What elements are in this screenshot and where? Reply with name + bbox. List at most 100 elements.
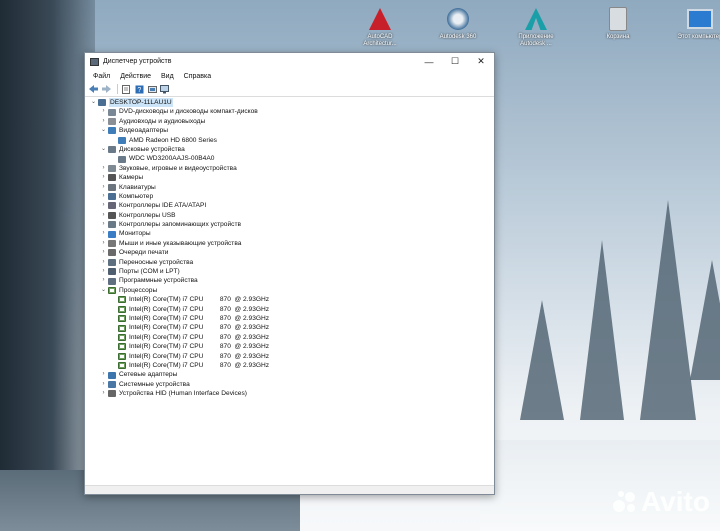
expand-arrow-icon[interactable]: › bbox=[99, 267, 108, 276]
tree-row[interactable]: › Контроллеры запоминающих устройств bbox=[89, 220, 494, 229]
tree-row[interactable]: › Контроллеры IDE ATA/ATAPI bbox=[89, 201, 494, 210]
tree-row[interactable]: ⌄ Дисковые устройства bbox=[89, 145, 494, 154]
hid-icon bbox=[108, 390, 116, 398]
wallpaper-tree bbox=[640, 200, 696, 420]
tree-row[interactable]: › Звуковые, игровые и видеоустройства bbox=[89, 164, 494, 173]
software-device-icon bbox=[108, 277, 116, 285]
tree-row[interactable]: › Контроллеры USB bbox=[89, 211, 494, 220]
tree-row[interactable]: › Устройства HID (Human Interface Devices… bbox=[89, 389, 494, 398]
expand-arrow-icon[interactable]: › bbox=[99, 380, 108, 389]
back-icon[interactable] bbox=[88, 84, 98, 94]
maximize-button[interactable]: ☐ bbox=[442, 53, 468, 70]
tree-row-label: Мыши и иные указывающие устройства bbox=[119, 239, 242, 247]
desktop-icon[interactable]: Корзина bbox=[590, 6, 646, 41]
tree-row[interactable]: Intel(R) Core(TM) i7 CPU 870 @ 2.93GHz bbox=[89, 323, 494, 332]
expand-arrow-icon[interactable]: › bbox=[99, 370, 108, 379]
wallpaper-tree bbox=[580, 240, 624, 420]
tree-row[interactable]: › Мониторы bbox=[89, 229, 494, 238]
expand-arrow-icon[interactable]: › bbox=[99, 239, 108, 248]
menu-action[interactable]: Действие bbox=[115, 73, 156, 80]
computer-icon bbox=[108, 193, 116, 201]
collapse-arrow-icon[interactable]: ⌄ bbox=[99, 286, 108, 295]
tree-row[interactable]: › Компьютер bbox=[89, 192, 494, 201]
tree-row[interactable]: Intel(R) Core(TM) i7 CPU 870 @ 2.93GHz bbox=[89, 333, 494, 342]
menu-file[interactable]: Файл bbox=[88, 73, 115, 80]
expand-arrow-icon[interactable]: › bbox=[99, 258, 108, 267]
tree-row-label: Контроллеры USB bbox=[119, 211, 176, 219]
title-bar[interactable]: Диспетчер устройств — ☐ ✕ bbox=[85, 53, 494, 70]
usb-icon bbox=[108, 211, 116, 219]
desktop-icon-label: Этот компьютер bbox=[677, 34, 720, 40]
collapse-arrow-icon[interactable]: ⌄ bbox=[89, 98, 98, 107]
tree-row[interactable]: › Камеры bbox=[89, 173, 494, 182]
tree-row[interactable]: WDC WD3200AAJS-00B4A0 bbox=[89, 154, 494, 163]
desktop-icon-label: Autodesk 360 bbox=[439, 34, 477, 40]
expand-arrow-icon[interactable]: › bbox=[99, 192, 108, 201]
tree-row[interactable]: › Сетевые адаптеры bbox=[89, 370, 494, 379]
monitor-icon bbox=[108, 230, 116, 238]
expand-arrow-icon[interactable]: › bbox=[99, 389, 108, 398]
tree-row[interactable]: › Переносные устройства bbox=[89, 258, 494, 267]
tree-row[interactable]: › Аудиовходы и аудиовыходы bbox=[89, 117, 494, 126]
expand-arrow-icon[interactable]: › bbox=[99, 183, 108, 192]
desktop-icon[interactable]: AutoCAD Architectur... bbox=[352, 6, 408, 48]
svg-text:?: ? bbox=[137, 87, 141, 94]
desktop-icon-label: Корзина bbox=[606, 34, 630, 40]
close-button[interactable]: ✕ bbox=[468, 53, 494, 70]
help-icon[interactable]: ? bbox=[134, 84, 144, 94]
collapse-arrow-icon[interactable]: ⌄ bbox=[99, 126, 108, 135]
tree-row[interactable]: › Мыши и иные указывающие устройства bbox=[89, 239, 494, 248]
menu-view[interactable]: Вид bbox=[156, 73, 179, 80]
tree-row[interactable]: › DVD-дисководы и дисководы компакт-диско… bbox=[89, 107, 494, 116]
expand-arrow-icon[interactable]: › bbox=[99, 107, 108, 116]
expand-arrow-icon[interactable]: › bbox=[99, 164, 108, 173]
tree-row[interactable]: › Порты (COM и LPT) bbox=[89, 267, 494, 276]
menu-help[interactable]: Справка bbox=[179, 73, 216, 80]
tree-row[interactable]: Intel(R) Core(TM) i7 CPU 870 @ 2.93GHz bbox=[89, 295, 494, 304]
wallpaper-tree bbox=[520, 300, 564, 420]
scan-hardware-icon[interactable] bbox=[160, 84, 170, 94]
properties-icon[interactable] bbox=[121, 84, 131, 94]
device-tree: ⌄ DESKTOP-11LAU1U › DVD-дисководы и дисково… bbox=[85, 97, 494, 486]
tree-row-label: DESKTOP-11LAU1U bbox=[109, 98, 173, 108]
expand-arrow-icon[interactable]: › bbox=[99, 201, 108, 210]
desktop-icon[interactable]: Приложение Autodesk ... bbox=[508, 6, 564, 48]
audio-icon bbox=[108, 117, 116, 125]
tree-row-label: Контроллеры запоминающих устройств bbox=[119, 221, 241, 229]
expand-arrow-icon[interactable]: › bbox=[99, 211, 108, 220]
tree-row-label: Intel(R) Core(TM) i7 CPU 870 @ 2.93GHz bbox=[129, 305, 270, 313]
desktop-icon[interactable]: Autodesk 360 bbox=[430, 6, 486, 41]
tree-row[interactable]: Intel(R) Core(TM) i7 CPU 870 @ 2.93GHz bbox=[89, 361, 494, 370]
disk-icon bbox=[118, 155, 126, 163]
expand-arrow-icon[interactable]: › bbox=[99, 220, 108, 229]
tree-row[interactable]: › Системные устройства bbox=[89, 380, 494, 389]
tree-row[interactable]: Intel(R) Core(TM) i7 CPU 870 @ 2.93GHz bbox=[89, 342, 494, 351]
tree-row[interactable]: AMD Radeon HD 6800 Series bbox=[89, 136, 494, 145]
sound-icon bbox=[108, 164, 116, 172]
wallpaper-tree bbox=[690, 260, 720, 380]
minimize-button[interactable]: — bbox=[416, 53, 442, 70]
expand-arrow-icon[interactable]: › bbox=[99, 276, 108, 285]
expand-arrow-icon[interactable]: › bbox=[99, 229, 108, 238]
tree-row[interactable]: ⌄ Процессоры bbox=[89, 286, 494, 295]
update-driver-icon[interactable] bbox=[147, 84, 157, 94]
tree-row-label: Очереди печати bbox=[119, 249, 169, 257]
forward-icon[interactable] bbox=[101, 84, 111, 94]
tree-row-label: Процессоры bbox=[119, 286, 158, 294]
expand-arrow-icon[interactable]: › bbox=[99, 173, 108, 182]
tree-row[interactable]: › Очереди печати bbox=[89, 248, 494, 257]
desktop-icon[interactable]: Этот компьютер bbox=[672, 6, 720, 41]
expand-arrow-icon[interactable]: › bbox=[99, 248, 108, 257]
tree-row[interactable]: ⌄ Видеоадаптеры bbox=[89, 126, 494, 135]
tree-row[interactable]: ⌄ DESKTOP-11LAU1U bbox=[89, 98, 494, 108]
collapse-arrow-icon[interactable]: ⌄ bbox=[99, 145, 108, 154]
tree-row[interactable]: › Клавиатуры bbox=[89, 183, 494, 192]
status-bar bbox=[85, 485, 494, 494]
tree-row[interactable]: Intel(R) Core(TM) i7 CPU 870 @ 2.93GHz bbox=[89, 314, 494, 323]
tree-row-label: Устройства HID (Human Interface Devices) bbox=[119, 390, 247, 398]
tree-row[interactable]: Intel(R) Core(TM) i7 CPU 870 @ 2.93GHz bbox=[89, 305, 494, 314]
expand-arrow-icon[interactable]: › bbox=[99, 117, 108, 126]
tree-row[interactable]: Intel(R) Core(TM) i7 CPU 870 @ 2.93GHz bbox=[89, 352, 494, 361]
tree-row[interactable]: › Программные устройства bbox=[89, 276, 494, 285]
tree-row-label: Контроллеры IDE ATA/ATAPI bbox=[119, 202, 207, 210]
